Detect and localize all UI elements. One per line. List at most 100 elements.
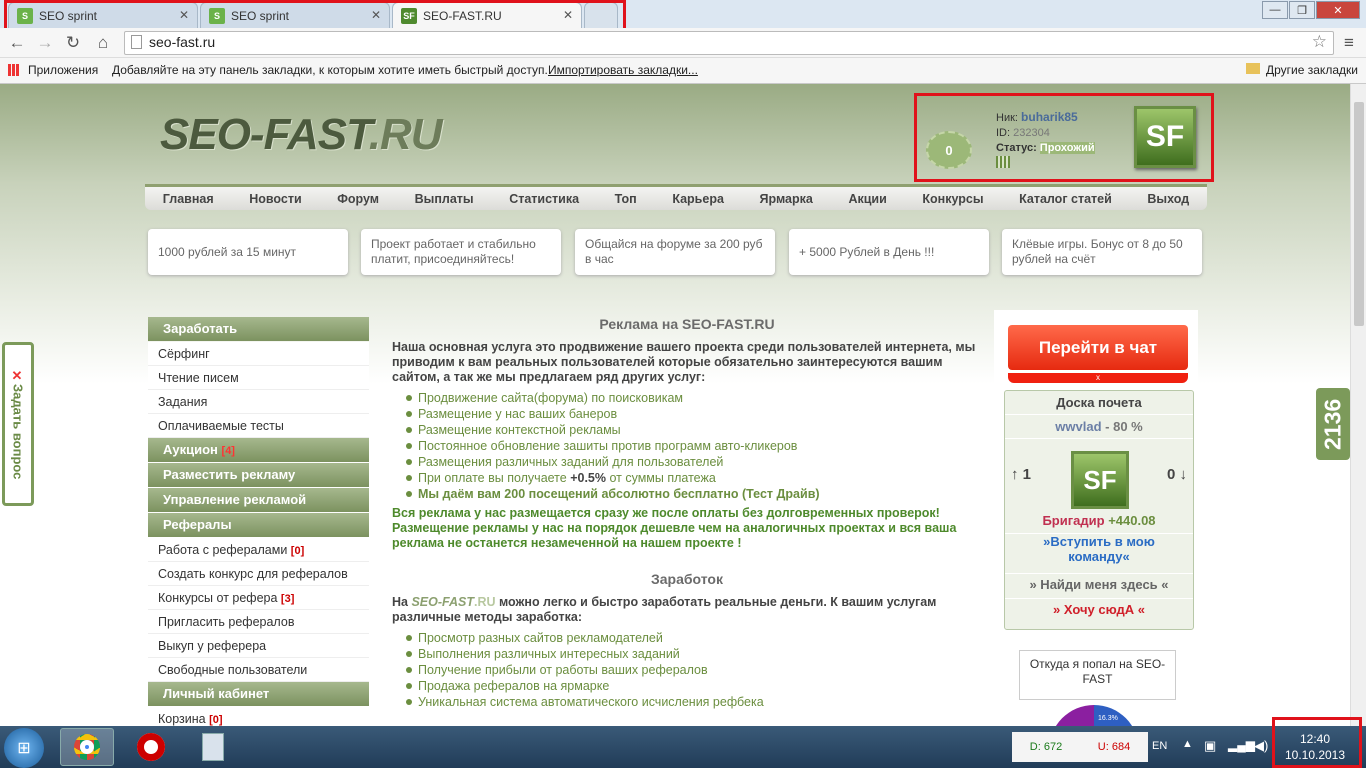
where-from-box: Откуда я попал на SEO-FAST [1019,650,1176,700]
promo-2[interactable]: Проект работает и стабильно платит, прис… [361,229,561,275]
list-item: Размещение у нас ваших банеров [406,406,982,422]
list-item: Размещение контекстной рекламы [406,422,982,438]
promo-5[interactable]: Клёвые игры. Бонус от 8 до 50 рублей на … [1002,229,1202,275]
apps-link[interactable]: Приложения [28,63,98,77]
sidebar-header-earn[interactable]: Заработать [148,317,369,341]
nav-item-1[interactable]: Новости [249,192,301,206]
start-button[interactable]: ⊞ [4,728,44,768]
sidebar-header-auction[interactable]: Аукцион [4] [148,438,369,462]
nav-item-3[interactable]: Выплаты [415,192,474,206]
nav-item-5[interactable]: Топ [615,192,637,206]
chrome-icon[interactable] [60,728,114,766]
sidebar-header-manage-ad[interactable]: Управление рекламой [148,488,369,512]
other-bookmarks[interactable]: Другие закладки [1266,63,1358,77]
signal-icon[interactable]: ▂▄▆ [1228,738,1255,752]
earn-intro: На SEO-FAST.RU можно легко и быстро зара… [392,595,937,624]
sidebar-item-ref-work[interactable]: Работа с рефералами [0] [148,538,369,562]
sidebar-header-place-ad[interactable]: Разместить рекламу [148,463,369,487]
visitor-counter: 2136 [1316,388,1350,460]
home-icon[interactable]: ⌂ [92,32,114,54]
board-leader[interactable]: wwvlad - 80 % [1005,415,1193,439]
list-item: Продвижение сайта(форума) по поисковикам [406,390,982,406]
tray-up-icon[interactable]: ▲ [1182,738,1193,750]
list-item: При оплате вы получаете +0.5% от суммы п… [406,470,982,486]
speed-indicator: D: 672 U: 684 [1012,732,1148,762]
sidebar-item-invite[interactable]: Пригласить рефералов [148,610,369,634]
site-logo[interactable]: SEO-FAST.RU [160,110,443,160]
scrollbar[interactable] [1350,84,1366,726]
close-window-button[interactable]: ✕ [1316,1,1360,19]
sidebar-item-tasks[interactable]: Задания [148,390,369,414]
bookmarks-hint: Добавляйте на эту панель закладки, к кот… [112,63,548,77]
menu-icon[interactable]: ≡ [1338,32,1360,54]
nav-item-2[interactable]: Форум [337,192,379,206]
nav-item-10[interactable]: Каталог статей [1019,192,1112,206]
vote-down[interactable]: 0 ↓ [1167,466,1187,483]
address-toolbar: ← → ↻ ⌂ seo-fast.ru ☆ ≡ [0,28,1366,58]
sidebar-item-cart[interactable]: Корзина [0] [148,707,369,726]
sidebar-item-tests[interactable]: Оплачиваемые тесты [148,414,369,438]
leader-avatar[interactable]: SF [1071,451,1129,509]
back-icon[interactable]: ← [6,32,28,54]
minimize-button[interactable]: — [1262,1,1288,19]
nav-item-9[interactable]: Конкурсы [922,192,983,206]
where-from-pie: 16.3% [1049,705,1139,726]
nav-item-6[interactable]: Карьера [672,192,724,206]
nav-item-0[interactable]: Главная [163,192,214,206]
vote-up[interactable]: ↑ 1 [1011,466,1031,483]
download-speed: D: 672 [1029,741,1063,753]
section-title-ads: Реклама на SEO-FAST.RU [599,316,775,332]
promo-4[interactable]: + 5000 Рублей в День !!! [789,229,989,275]
chat-close-icon[interactable]: x [1008,373,1188,383]
scrollbar-thumb[interactable] [1354,102,1364,326]
list-item: Мы даём вам 200 посещений абсолютно бесп… [406,486,982,502]
calculator-icon[interactable] [186,728,240,766]
list-item: Размещения различных заданий для пользов… [406,454,982,470]
ads-intro: Наша основная услуга это продвижение ваш… [392,340,976,384]
section-title-earn: Заработок [651,571,723,587]
page-icon [131,35,142,49]
reload-icon[interactable]: ↻ [62,32,84,54]
ask-question-tab[interactable]: ✕ Задать вопрос [2,342,34,506]
sidebar-item-surfing[interactable]: Сёрфинг [148,342,369,366]
sidebar-item-ref-contest[interactable]: Создать конкурс для рефералов [148,562,369,586]
nav-item-11[interactable]: Выход [1147,192,1189,206]
sidebar-header-cabinet[interactable]: Личный кабинет [148,682,369,706]
list-item: Постоянное обновление зашиты против прог… [406,438,982,454]
ads-green-text: Вся реклама у нас размещается сразу же п… [392,506,957,550]
join-team-link[interactable]: »Вступить в мою команду« [1005,533,1193,564]
language-indicator[interactable]: EN [1152,740,1167,752]
promo-1[interactable]: 1000 рублей за 15 минут [148,229,348,275]
promo-3[interactable]: Общайся на форуме за 200 руб в час [575,229,775,275]
folder-icon [1246,63,1260,74]
find-me-link[interactable]: » Найди меня здесь « [1005,573,1193,592]
nav-item-7[interactable]: Ярмарка [760,192,813,206]
opera-icon[interactable] [124,728,178,766]
volume-icon[interactable]: ◀) [1254,738,1268,754]
chat-button[interactable]: Перейти в чат [1008,325,1188,370]
sidebar-item-mail[interactable]: Чтение писем [148,366,369,390]
list-item: Продажа рефералов на ярмарке [406,678,982,694]
forward-icon[interactable]: → [34,32,56,54]
ads-list: Продвижение сайта(форума) по поисковикам… [406,390,982,502]
sidebar-item-free-users[interactable]: Свободные пользователи [148,658,369,682]
device-icon[interactable]: ▣ [1204,738,1216,754]
maximize-button[interactable]: ❐ [1289,1,1315,19]
want-here-link[interactable]: » Хочу сюдА « [1005,598,1193,617]
nav-item-8[interactable]: Акции [848,192,886,206]
sidebar-header-referrals[interactable]: Рефералы [148,513,369,537]
list-item: Просмотр разных сайтов рекламодателей [406,630,982,646]
nav-item-4[interactable]: Статистика [509,192,579,206]
highlight-user-panel [914,93,1214,182]
url-text: seo-fast.ru [149,34,216,50]
honor-board: Доска почета wwvlad - 80 % ↑ 1 0 ↓ SF Бр… [1004,390,1194,630]
star-icon[interactable]: ☆ [1312,32,1327,52]
sidebar-item-buyout[interactable]: Выкуп у реферера [148,634,369,658]
url-input[interactable]: seo-fast.ru ☆ [124,31,1334,55]
main-content: Реклама на SEO-FAST.RU Наша основная усл… [392,316,982,714]
sidebar-item-ref-contests[interactable]: Конкурсы от реферa [3] [148,586,369,610]
list-item: Выполнения различных интересных заданий [406,646,982,662]
list-item: Уникальная система автоматического исчис… [406,694,982,710]
apps-icon [8,64,20,76]
import-bookmarks-link[interactable]: Импортировать закладки... [548,63,698,77]
